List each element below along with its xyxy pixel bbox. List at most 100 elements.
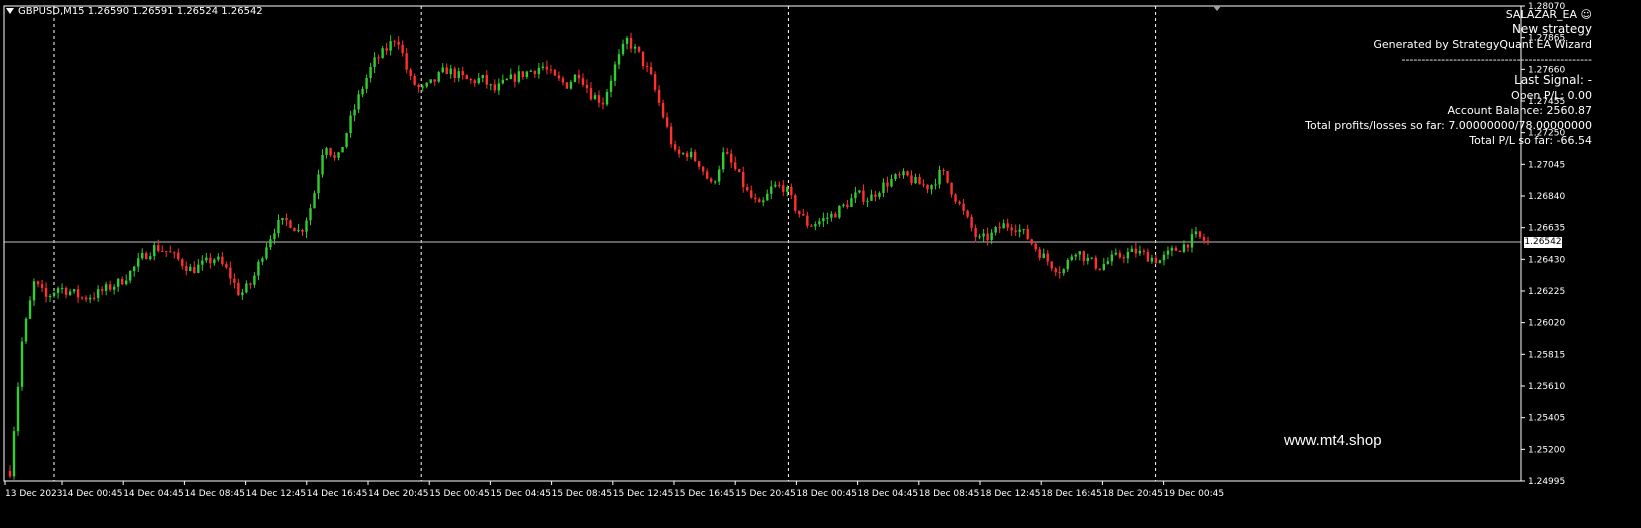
candle-body xyxy=(621,43,625,55)
chart-shift-marker-icon[interactable] xyxy=(1213,6,1221,11)
candle-body xyxy=(425,82,428,87)
candle-body xyxy=(317,174,320,194)
candle-body xyxy=(810,225,813,227)
candle-body xyxy=(477,78,480,84)
candle-body xyxy=(297,229,300,232)
candle-body xyxy=(858,190,861,193)
candle-body xyxy=(1110,254,1114,262)
candle-body xyxy=(693,151,697,162)
candle-body xyxy=(986,233,989,240)
candle-body xyxy=(141,252,144,259)
candle-body xyxy=(661,102,665,118)
candle-body xyxy=(100,289,104,291)
chart-menu-triangle-icon[interactable] xyxy=(6,8,14,14)
candle-body xyxy=(569,81,573,89)
candle-body xyxy=(189,266,192,271)
candle-body xyxy=(1146,251,1150,262)
candle-body xyxy=(978,236,981,238)
candle-body xyxy=(273,233,276,240)
candle-body xyxy=(1154,257,1158,264)
candle-body xyxy=(834,213,837,218)
candle-body xyxy=(237,282,240,296)
candle-body xyxy=(922,184,925,186)
candle-body xyxy=(421,86,424,88)
candle-body xyxy=(1198,231,1202,237)
candle-body xyxy=(942,169,945,172)
candle-body xyxy=(313,193,316,209)
candle-body xyxy=(385,48,388,51)
candle-body xyxy=(469,79,472,81)
candle-body xyxy=(1054,268,1057,273)
candle-body xyxy=(253,275,256,285)
x-tick-label: 18 Dec 00:45 xyxy=(796,489,857,499)
candle-body xyxy=(173,252,176,254)
x-tick-label: 19 Dec 00:45 xyxy=(1164,489,1225,499)
candle-body xyxy=(549,69,553,71)
candle-body xyxy=(8,470,12,477)
candle-body xyxy=(60,287,64,289)
x-tick-label: 15 Dec 16:45 xyxy=(674,489,735,499)
candle-body xyxy=(1206,240,1210,243)
candle-body xyxy=(76,289,80,298)
candle-body xyxy=(401,44,404,54)
total-profits-losses: Total profits/losses so far: 7.00000000/… xyxy=(1305,119,1592,132)
candle-body xyxy=(910,175,913,184)
candle-body xyxy=(116,278,120,287)
candle-body xyxy=(854,192,857,199)
symbol-info: GBPUSD,M15 1.26590 1.26591 1.26524 1.265… xyxy=(6,6,263,17)
candle-body xyxy=(822,218,825,222)
separator-line: ----------------------------------------… xyxy=(1401,53,1592,66)
y-tick-label: 1.27045 xyxy=(1528,160,1565,170)
candle-body xyxy=(1190,234,1194,248)
total-pl: Total P/L so far: -66.54 xyxy=(1469,134,1592,147)
candle-body xyxy=(72,289,76,292)
candle-body xyxy=(40,284,44,288)
open-pl: Open P/L: 0.00 xyxy=(1510,89,1592,102)
candle-body xyxy=(934,184,937,186)
candle-body xyxy=(1086,257,1089,261)
x-tick-label: 18 Dec 12:45 xyxy=(980,489,1041,499)
candle-body xyxy=(689,151,693,158)
candle-body xyxy=(1114,252,1118,255)
candle-body xyxy=(798,210,801,215)
y-tick-label: 1.25200 xyxy=(1528,445,1565,455)
candle-body xyxy=(293,227,296,232)
candle-body xyxy=(557,75,561,79)
candle-body xyxy=(233,278,236,283)
candle-body xyxy=(489,84,493,86)
candle-body xyxy=(133,266,136,271)
candle-body xyxy=(1010,227,1013,231)
candle-body xyxy=(137,258,140,267)
candle-body xyxy=(818,221,821,225)
candle-body xyxy=(629,37,633,49)
ea-name-row: SALAZAR_EA ☺ xyxy=(1305,7,1592,22)
candle-body xyxy=(926,184,929,190)
candle-body xyxy=(842,204,845,206)
candle-body xyxy=(381,48,384,59)
candle-body xyxy=(746,187,749,191)
candle-body xyxy=(345,133,348,147)
candle-body xyxy=(814,224,817,227)
candle-body xyxy=(637,46,641,52)
candle-body xyxy=(213,259,216,264)
candle-body xyxy=(665,117,669,127)
candle-body xyxy=(862,190,865,202)
candle-body xyxy=(96,289,100,298)
candle-body xyxy=(16,386,20,432)
candle-body xyxy=(461,71,464,76)
candle-body xyxy=(1142,250,1146,252)
candle-body xyxy=(677,149,681,154)
candle-body xyxy=(485,75,488,85)
candle-body xyxy=(289,220,292,228)
candle-body xyxy=(397,41,400,45)
y-tick-label: 1.26635 xyxy=(1528,224,1565,234)
candle-body xyxy=(1102,263,1106,270)
candle-body xyxy=(1194,231,1198,235)
candle-body xyxy=(429,79,432,83)
candle-body xyxy=(762,200,765,203)
candle-body xyxy=(301,229,304,232)
candle-body xyxy=(826,217,829,219)
candle-body xyxy=(990,232,993,240)
candle-body xyxy=(389,41,392,51)
candle-body xyxy=(12,431,16,477)
